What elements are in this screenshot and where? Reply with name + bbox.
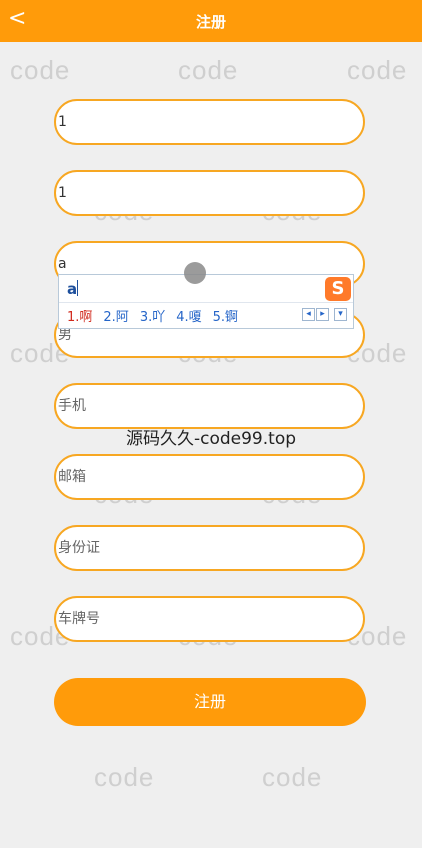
ime-prev-page-icon[interactable]: ◂: [302, 308, 315, 321]
email-field-wrap: [54, 454, 365, 500]
idcard-field-wrap: [54, 525, 365, 571]
plate-field-wrap: [54, 596, 365, 642]
register-button[interactable]: 注册: [54, 678, 366, 726]
sogou-ime-logo-icon[interactable]: S: [325, 277, 351, 301]
ime-candidate-list: 1.啊 2.阿 3.吖 4.嗄 5.锕: [67, 306, 249, 325]
ime-divider: [59, 302, 353, 303]
ime-composition-text: a: [67, 280, 78, 298]
watermark-code: code: [262, 762, 323, 792]
page-title: 注册: [195, 13, 226, 31]
password-input[interactable]: [56, 172, 363, 214]
username-input[interactable]: [56, 101, 363, 143]
watermark-code: code: [178, 55, 239, 85]
ime-candidate[interactable]: 2.阿: [103, 306, 128, 325]
idcard-input[interactable]: [56, 527, 363, 569]
phone-input[interactable]: [56, 385, 363, 427]
ime-caret: [77, 280, 78, 296]
ime-candidate[interactable]: 3.吖: [140, 306, 165, 325]
email-input[interactable]: [56, 456, 363, 498]
watermark-site-text: 源码久久-code99.top: [125, 429, 297, 449]
ime-candidate[interactable]: 1.啊: [67, 306, 92, 325]
username-field-wrap: [54, 99, 365, 145]
watermark-code: code: [10, 55, 71, 85]
ime-candidate[interactable]: 5.锕: [213, 306, 238, 325]
watermark-code: code: [94, 762, 155, 792]
watermark-code: code: [347, 55, 408, 85]
phone-field-wrap: [54, 383, 365, 429]
plate-input[interactable]: [56, 598, 363, 640]
password-field-wrap: [54, 170, 365, 216]
ime-candidate-popup: a S 1.啊 2.阿 3.吖 4.嗄 5.锕 ◂ ▸ ▾: [58, 274, 354, 329]
ime-candidate[interactable]: 4.嗄: [176, 306, 201, 325]
ime-next-page-icon[interactable]: ▸: [316, 308, 329, 321]
ime-page-controls: ◂ ▸ ▾: [301, 308, 347, 321]
touch-indicator: [184, 262, 206, 284]
ime-expand-icon[interactable]: ▾: [334, 308, 347, 321]
app-header: < 注册: [0, 0, 422, 42]
